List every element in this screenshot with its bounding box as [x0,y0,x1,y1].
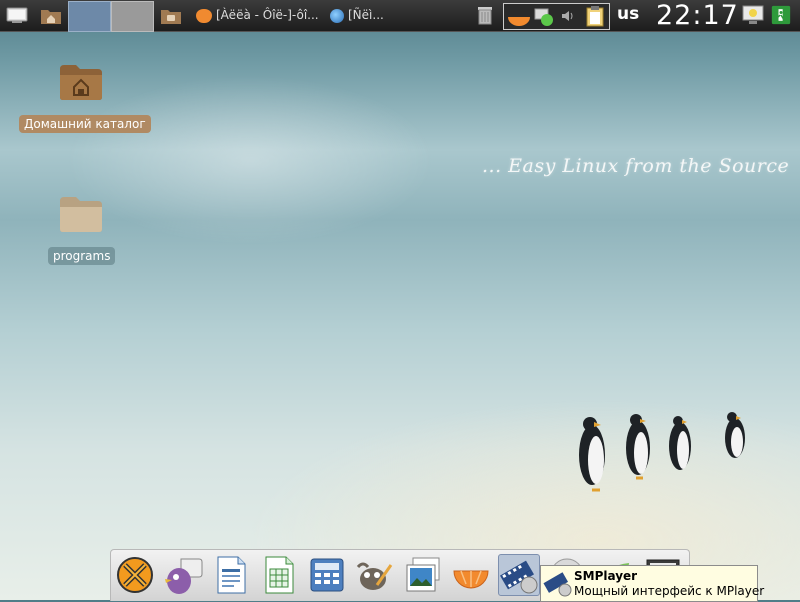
keyboard-layout[interactable]: us [617,4,639,24]
gimp-icon[interactable] [355,555,395,595]
logout-icon[interactable] [769,5,793,25]
top-panel: [Àëëà - Ôîë-]-ôî... [Ñëì... us 22:17 [0,0,800,32]
workspace-2[interactable] [111,1,154,32]
pidgin-icon[interactable] [163,555,203,595]
task-label: [Ñëì... [348,8,384,22]
clementine-icon[interactable] [451,555,491,595]
smplayer-dock-item[interactable] [498,554,540,596]
network-icon[interactable] [534,7,554,27]
updates-icon[interactable] [741,5,765,25]
calculator-icon[interactable] [307,555,347,595]
pictures-folder-icon[interactable] [160,5,182,25]
orange-icon [196,8,212,23]
task-clementine[interactable]: [Àëëà - Ôîë-]-ôî... [196,4,326,26]
tooltip-smplayer: SMPlayer Мощный интерфейс к MPlayer [540,565,764,602]
penguins-illustration [579,412,745,492]
clock[interactable]: 22:17 [656,0,739,31]
task-label: [Àëëà - Ôîë-]-ôî... [216,8,319,22]
system-tray [503,3,610,30]
trash-icon[interactable] [475,5,495,25]
image-viewer-icon[interactable] [403,555,443,595]
clipboard-icon[interactable] [584,5,606,27]
home-folder-icon[interactable] [40,5,62,25]
desktop-icon-label: Домашний каталог [19,115,151,133]
crossover-icon[interactable] [115,555,155,595]
tooltip-description: Мощный интерфейс к MPlayer [574,584,765,598]
volume-icon[interactable] [560,8,576,24]
task-browser[interactable]: [Ñëì... [330,4,460,26]
calc-icon[interactable] [259,555,299,595]
desktop-icon-label: programs [48,247,116,265]
smplayer-icon [543,572,572,597]
smplayer-icon [500,560,538,594]
home-folder-icon [60,65,102,100]
workspace-1[interactable] [68,1,111,32]
writer-icon[interactable] [211,555,251,595]
folder-icon [60,197,102,232]
clementine-tray-icon[interactable] [506,5,532,27]
wallpaper-tagline: ... Easy Linux from the Source [482,155,790,177]
globe-icon [330,8,344,23]
show-desktop-icon[interactable] [6,5,28,25]
tooltip-title: SMPlayer [574,569,638,583]
